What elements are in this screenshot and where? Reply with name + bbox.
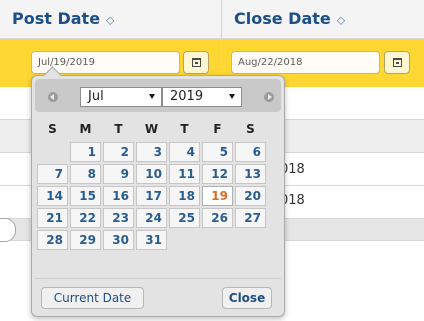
- calendar-day[interactable]: 23: [103, 208, 134, 228]
- column-header-close-date-label: Close Date ⬦: [234, 9, 346, 28]
- weekday-label: S: [246, 122, 255, 136]
- calendar-day[interactable]: 13: [235, 164, 266, 184]
- year-select-value: 2019: [170, 89, 204, 104]
- column-header-close-date[interactable]: Close Date ⬦: [222, 0, 424, 39]
- close-date-input[interactable]: Aug/22/2018: [231, 51, 380, 74]
- calendar-day[interactable]: 17: [136, 186, 167, 206]
- calendar-day[interactable]: 7: [37, 164, 68, 184]
- column-header-post-date-label: Post Date ⬦: [12, 9, 115, 28]
- chevron-right-icon: [268, 94, 272, 100]
- calendar-day[interactable]: 4: [169, 142, 200, 162]
- month-select-value: Jul: [88, 89, 104, 104]
- calendar-day[interactable]: 20: [235, 186, 266, 206]
- calendar-day[interactable]: 10: [136, 164, 167, 184]
- prev-month-button[interactable]: [48, 92, 58, 102]
- weekday-label: S: [48, 122, 57, 136]
- datepicker-header: Jul 2019: [35, 79, 281, 112]
- calendar-day[interactable]: 18: [169, 186, 200, 206]
- calendar-day[interactable]: 25: [169, 208, 200, 228]
- calendar-day[interactable]: 21: [37, 208, 68, 228]
- calendar-day[interactable]: 24: [136, 208, 167, 228]
- post-date-calendar-button[interactable]: [183, 51, 209, 74]
- next-month-button[interactable]: [264, 92, 274, 102]
- calendar-day[interactable]: 2: [103, 142, 134, 162]
- calendar-day[interactable]: 1: [70, 142, 101, 162]
- current-date-button[interactable]: Current Date: [41, 287, 144, 309]
- calendar-day-today[interactable]: 19: [202, 186, 233, 206]
- calendar-day[interactable]: 26: [202, 208, 233, 228]
- calendar-day[interactable]: 11: [169, 164, 200, 184]
- calendar-day[interactable]: 9: [103, 164, 134, 184]
- calendar-day[interactable]: 14: [37, 186, 68, 206]
- year-select[interactable]: 2019: [162, 87, 242, 107]
- calendar-day[interactable]: 12: [202, 164, 233, 184]
- chevron-left-icon: [50, 94, 54, 100]
- weekday-label: F: [213, 122, 222, 136]
- sort-icon[interactable]: ⬦: [106, 13, 114, 27]
- close-button[interactable]: Close: [222, 287, 272, 309]
- close-date-calendar-button[interactable]: [384, 51, 410, 74]
- month-select[interactable]: Jul: [80, 87, 162, 107]
- divider: [35, 278, 281, 279]
- calendar-day[interactable]: 29: [70, 230, 101, 250]
- calendar-day[interactable]: 6: [235, 142, 266, 162]
- weekday-label: M: [79, 122, 92, 136]
- weekday-label: W: [144, 122, 159, 136]
- chevron-down-icon: [149, 94, 155, 99]
- calendar-icon: [393, 58, 402, 67]
- datepicker-popup: Jul 2019 SMTWTFS 1 2 3 4 5 6 7 8 9 10 11 12 13 14 15 16…: [31, 66, 285, 317]
- weekday-label: T: [114, 122, 123, 136]
- calendar-day[interactable]: 15: [70, 186, 101, 206]
- column-header-post-date[interactable]: Post Date ⬦: [0, 0, 222, 39]
- sort-icon[interactable]: ⬦: [337, 13, 345, 27]
- calendar-day[interactable]: 31: [136, 230, 167, 250]
- calendar-day[interactable]: 27: [235, 208, 266, 228]
- calendar-day[interactable]: 8: [70, 164, 101, 184]
- calendar-day[interactable]: 28: [37, 230, 68, 250]
- calendar-day[interactable]: 5: [202, 142, 233, 162]
- chevron-down-icon: [229, 94, 235, 99]
- weekday-label: T: [180, 122, 189, 136]
- calendar-day[interactable]: 3: [136, 142, 167, 162]
- calendar-day[interactable]: 30: [103, 230, 134, 250]
- calendar-icon: [192, 58, 201, 67]
- calendar-day[interactable]: 22: [70, 208, 101, 228]
- calendar-day[interactable]: 16: [103, 186, 134, 206]
